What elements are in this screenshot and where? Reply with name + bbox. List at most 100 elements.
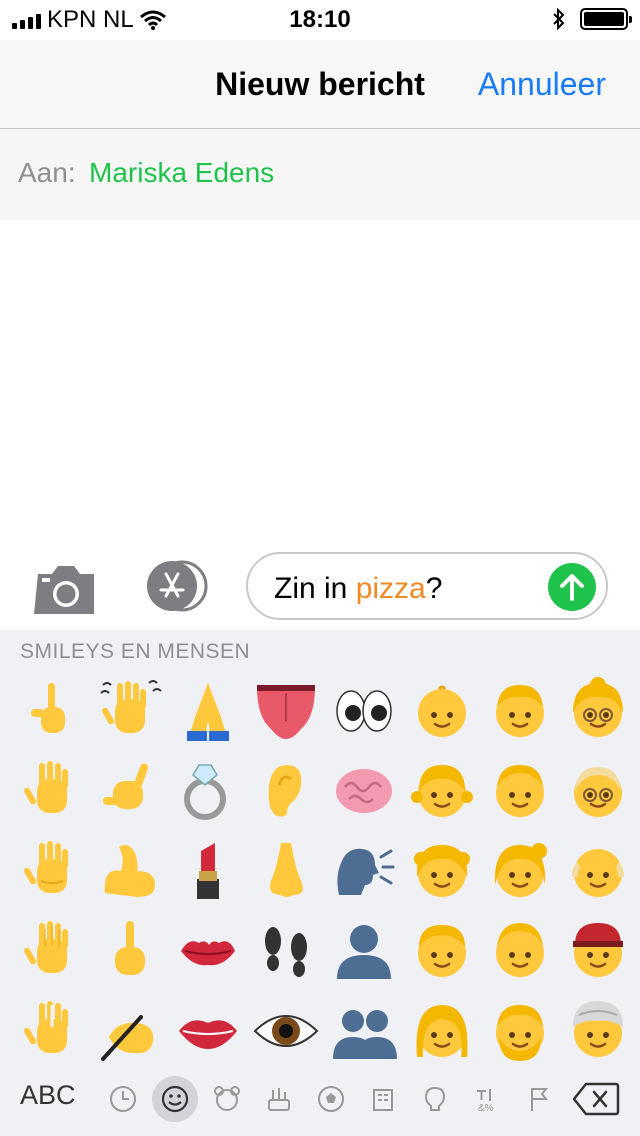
arrow-up-icon xyxy=(560,574,584,601)
emoji-hand-splayed[interactable] xyxy=(12,910,92,990)
emoji-older-man-glasses[interactable] xyxy=(558,750,638,830)
emoji-ear[interactable] xyxy=(246,750,326,830)
send-button[interactable] xyxy=(548,563,596,611)
emoji-baby[interactable] xyxy=(402,670,482,750)
svg-text:&%: &% xyxy=(478,1103,494,1114)
point-up-icon xyxy=(31,683,65,733)
emoji-bearded-man[interactable] xyxy=(480,990,560,1070)
emoji-boy[interactable] xyxy=(402,910,482,990)
woman-icon xyxy=(416,1005,468,1057)
emoji-older-man[interactable] xyxy=(558,830,638,910)
emoji-vulcan-salute[interactable] xyxy=(12,990,92,1070)
message-text: Zin in pizza? xyxy=(274,572,443,605)
category-food[interactable] xyxy=(256,1076,302,1122)
emoji-woman[interactable] xyxy=(402,990,482,1070)
ear-icon xyxy=(268,765,302,817)
emoji-raised-back-hand[interactable] xyxy=(12,830,92,910)
status-bar: KPN NL 18:10 xyxy=(0,0,640,40)
call-me-hand-icon xyxy=(103,763,149,809)
hand-splayed-icon xyxy=(24,921,68,973)
category-flags[interactable] xyxy=(516,1076,562,1122)
to-label: Aan: xyxy=(18,157,76,188)
emoji-older-woman[interactable] xyxy=(558,670,638,750)
ring-icon xyxy=(184,764,226,820)
emoji-kiss-mark[interactable] xyxy=(168,910,248,990)
emoji-man-cap[interactable] xyxy=(558,910,638,990)
input-bar: Zin in pizza? xyxy=(0,550,640,628)
abc-button[interactable]: ABC xyxy=(20,1080,76,1111)
message-area xyxy=(0,220,640,550)
mouth-icon xyxy=(179,1020,237,1049)
eye-icon xyxy=(253,1015,319,1047)
emoji-man[interactable] xyxy=(480,750,560,830)
category-selector: &% xyxy=(100,1076,562,1122)
category-smileys[interactable] xyxy=(152,1076,198,1122)
woman-blond-curly-icon xyxy=(414,845,470,897)
category-objects[interactable] xyxy=(412,1076,458,1122)
emoji-tongue[interactable] xyxy=(246,670,326,750)
emoji-bust-silhouette[interactable] xyxy=(324,910,404,990)
footprints-icon xyxy=(265,927,307,977)
emoji-folded-hands[interactable] xyxy=(168,670,248,750)
woman-blond-icon xyxy=(494,843,547,897)
category-travel[interactable] xyxy=(360,1076,406,1122)
kiss-mark-icon xyxy=(181,941,235,966)
eyes-icon xyxy=(336,690,392,732)
emoji-woman-blond-curly[interactable] xyxy=(402,830,482,910)
emoji-eye[interactable] xyxy=(246,990,326,1070)
emoji-footprints[interactable] xyxy=(246,910,326,990)
girl-icon xyxy=(411,765,473,817)
recipient-name[interactable]: Mariska Edens xyxy=(89,157,274,189)
emoji-writing-hand[interactable] xyxy=(90,990,170,1070)
emoji-child[interactable] xyxy=(480,670,560,750)
navigation-bar: Nieuw bericht Annuleer xyxy=(0,40,640,129)
emoji-turban-person[interactable] xyxy=(558,990,638,1070)
travel-icon xyxy=(373,1089,393,1111)
emoji-ring[interactable] xyxy=(168,750,248,830)
emoji-waving-hand[interactable] xyxy=(90,670,170,750)
emoji-lipstick[interactable] xyxy=(168,830,248,910)
app-store-icon[interactable] xyxy=(140,560,212,612)
brain-icon xyxy=(336,769,392,813)
emoji-middle-finger[interactable] xyxy=(90,910,170,990)
older-man-glasses-icon xyxy=(574,767,622,817)
category-label: SMILEYS EN MENSEN xyxy=(20,640,251,663)
emoji-brain[interactable] xyxy=(324,750,404,830)
food-icon xyxy=(268,1088,290,1111)
animals-icon xyxy=(214,1086,240,1111)
bearded-man-icon xyxy=(496,1005,544,1061)
older-man-icon xyxy=(572,849,624,897)
waving-hand-icon xyxy=(100,680,162,733)
emoji-flexed-biceps[interactable] xyxy=(90,830,170,910)
backspace-icon[interactable] xyxy=(572,1082,620,1116)
emoji-point-up[interactable] xyxy=(12,670,92,750)
category-activity[interactable] xyxy=(308,1076,354,1122)
category-symbols[interactable]: &% xyxy=(464,1076,510,1122)
emoji-raised-hand[interactable] xyxy=(12,750,92,830)
child-icon xyxy=(496,685,544,737)
recipient-row[interactable]: Aan: Mariska Edens xyxy=(0,129,640,220)
cancel-button[interactable]: Annuleer xyxy=(478,66,606,103)
emoji-eyes[interactable] xyxy=(324,670,404,750)
man-cap-icon xyxy=(573,923,623,977)
emoji-woman-blond[interactable] xyxy=(480,830,560,910)
lipstick-icon xyxy=(197,843,219,899)
category-animals[interactable] xyxy=(204,1076,250,1122)
tongue-icon xyxy=(257,685,315,739)
emoji-nose[interactable] xyxy=(246,830,326,910)
emoji-mouth[interactable] xyxy=(168,990,248,1070)
emoji-speaking-head[interactable] xyxy=(324,830,404,910)
man-icon xyxy=(496,765,544,817)
raised-back-hand-icon xyxy=(24,841,68,893)
message-input[interactable]: Zin in pizza? xyxy=(246,552,608,620)
emoji-girl[interactable] xyxy=(402,750,482,830)
camera-icon[interactable] xyxy=(34,560,98,618)
activity-icon xyxy=(318,1086,344,1112)
emoji-busts-silhouette[interactable] xyxy=(324,990,404,1070)
emoji-grid xyxy=(0,670,640,1070)
bluetooth-icon xyxy=(553,8,565,30)
category-recent[interactable] xyxy=(100,1076,146,1122)
emoji-man-blond[interactable] xyxy=(480,910,560,990)
folded-hands-icon xyxy=(187,683,229,741)
emoji-call-me-hand[interactable] xyxy=(90,750,170,830)
